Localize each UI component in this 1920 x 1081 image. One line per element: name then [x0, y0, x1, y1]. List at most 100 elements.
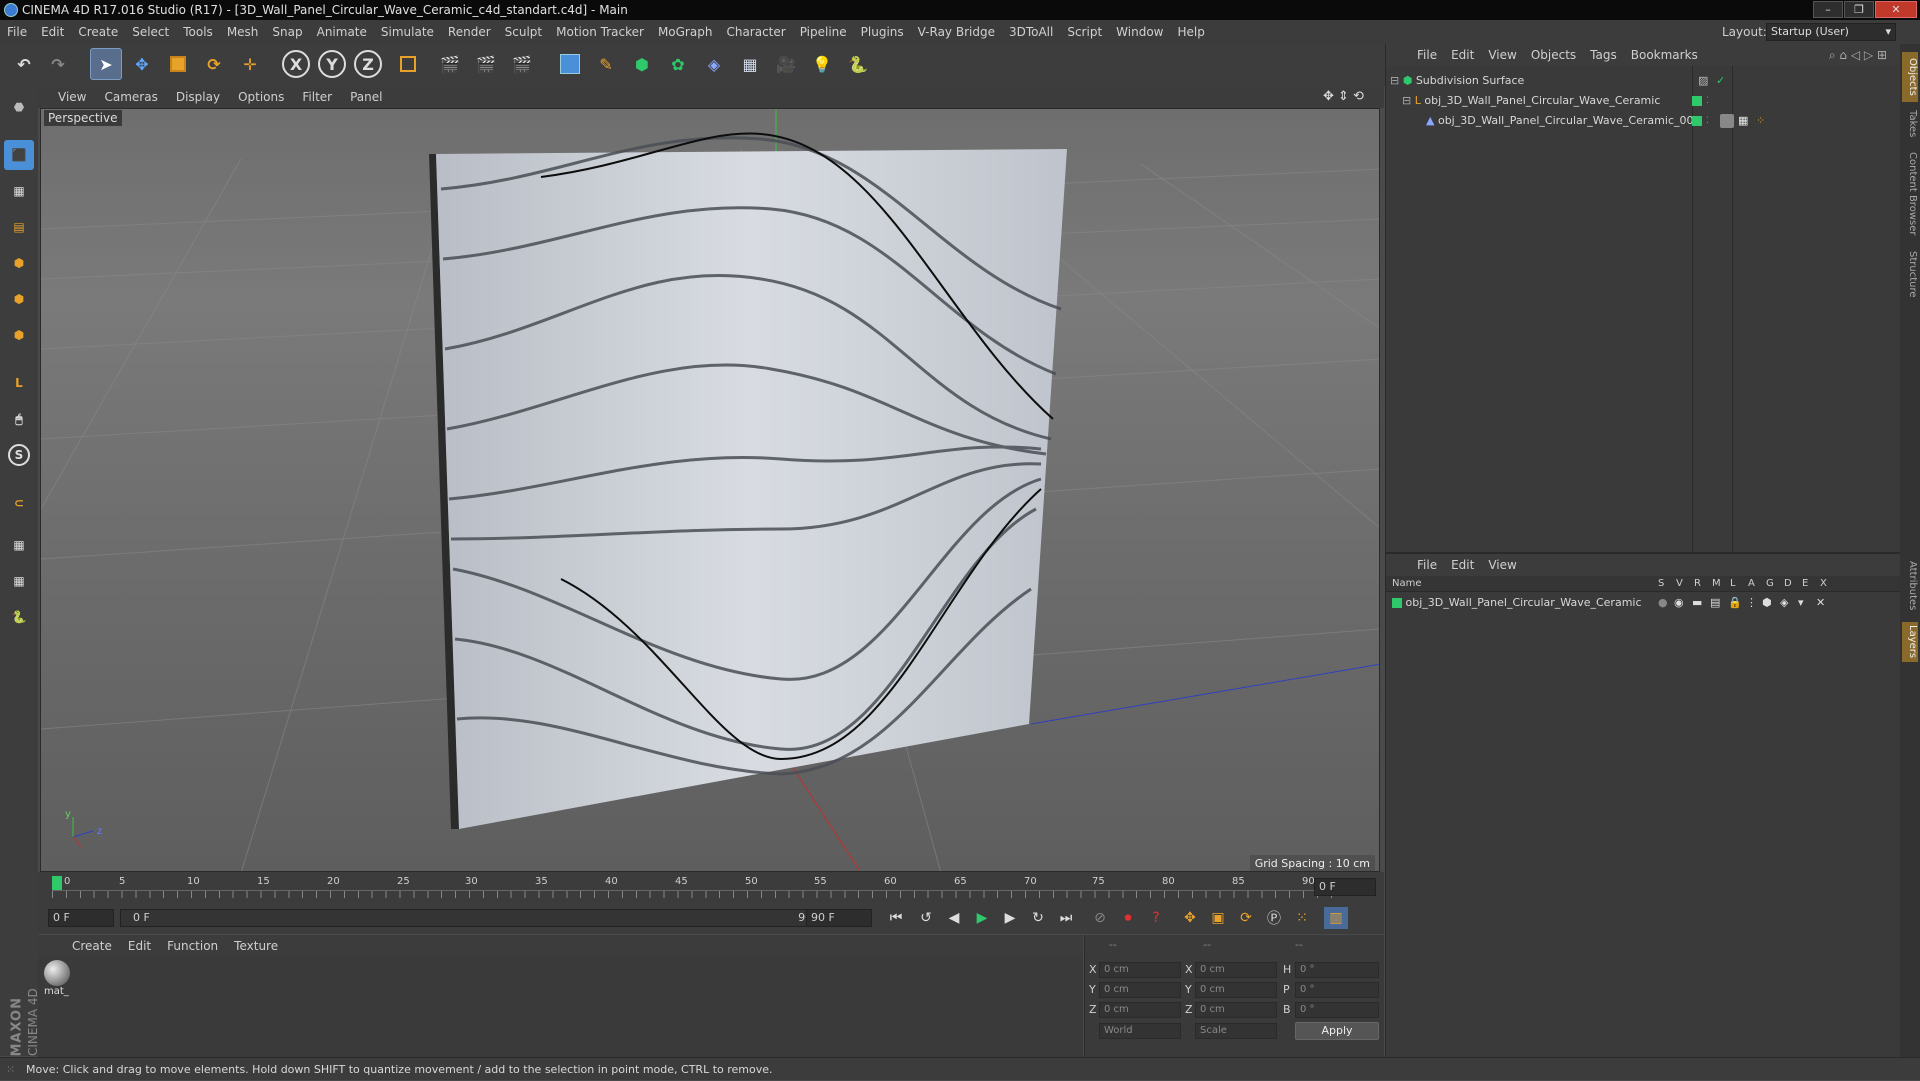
menu-script[interactable]: Script: [1060, 20, 1109, 44]
rotation-b-field[interactable]: 0 °: [1295, 1002, 1379, 1018]
minimize-button[interactable]: –: [1813, 1, 1843, 18]
transform-tool-button[interactable]: ✛: [234, 48, 266, 80]
object-row-wall-panel-001[interactable]: ▲ obj_3D_Wall_Panel_Circular_Wave_Cerami…: [1426, 112, 1896, 130]
floor-button[interactable]: ▦: [734, 48, 766, 80]
material-swatch[interactable]: mat_: [44, 960, 72, 1000]
axis-mode-button[interactable]: L: [4, 368, 34, 398]
viewport-menu-filter[interactable]: Filter: [293, 86, 341, 108]
tab-attributes[interactable]: Attributes: [1902, 554, 1918, 618]
layout-dropdown[interactable]: Startup (User) ▾: [1766, 23, 1896, 41]
menu-snap[interactable]: Snap: [265, 20, 309, 44]
phong-tag-icon[interactable]: [1720, 114, 1734, 128]
previous-frame-button[interactable]: ◀: [942, 907, 966, 929]
preview-range-slider[interactable]: 0 F 90 F: [120, 909, 835, 927]
object-row-subdivision[interactable]: ⊟ ⬢ Subdivision Surface ▨ ✓: [1390, 72, 1890, 90]
make-editable-button[interactable]: ⬣: [4, 92, 34, 122]
keyframe-selection-button[interactable]: ?: [1144, 907, 1168, 929]
position-x-field[interactable]: 0 cm: [1099, 962, 1181, 978]
key-parameter-button[interactable]: Ⓟ: [1262, 907, 1286, 929]
spline-pen-button[interactable]: ✎: [590, 48, 622, 80]
layer-col-locked[interactable]: L: [1730, 576, 1736, 592]
scale-tool-button[interactable]: [162, 48, 194, 80]
deformer-button[interactable]: ◈: [698, 48, 730, 80]
viewport-menu-cameras[interactable]: Cameras: [95, 86, 166, 108]
wall-panel-model[interactable]: [429, 132, 1067, 829]
magnet-button[interactable]: ⊂: [4, 488, 34, 518]
subdivision-surface-button[interactable]: ⬢: [626, 48, 658, 80]
x-axis-button[interactable]: X: [282, 50, 310, 78]
enabled-check-icon[interactable]: ✓: [1716, 72, 1725, 90]
tab-content-browser[interactable]: Content Browser: [1902, 146, 1918, 242]
menu-3dtoall[interactable]: 3DToAll: [1002, 20, 1060, 44]
viewport-menu-options[interactable]: Options: [229, 86, 293, 108]
menu-select[interactable]: Select: [125, 20, 176, 44]
previous-key-button[interactable]: ↺: [914, 907, 938, 929]
expression-icon[interactable]: ▾: [1798, 594, 1804, 612]
go-to-end-button[interactable]: ⏭: [1054, 907, 1078, 929]
menu-file[interactable]: File: [0, 20, 34, 44]
polygons-mode-button[interactable]: ⬢: [4, 320, 34, 350]
viewport-menu-panel[interactable]: Panel: [341, 86, 391, 108]
key-scale-button[interactable]: ▣: [1206, 907, 1230, 929]
rotation-h-field[interactable]: 0 °: [1295, 962, 1379, 978]
next-frame-button[interactable]: ▶: [998, 907, 1022, 929]
layers-menu-edit[interactable]: Edit: [1444, 554, 1481, 576]
layer-col-xref[interactable]: X: [1820, 576, 1827, 592]
key-position-button[interactable]: ✥: [1178, 907, 1202, 929]
size-mode-dropdown[interactable]: Scale: [1195, 1023, 1277, 1039]
redo-button[interactable]: ↷: [42, 48, 74, 80]
tab-layers[interactable]: Layers: [1902, 622, 1918, 662]
3d-viewport[interactable]: y z Grid Spacing : 10 cm: [40, 108, 1380, 872]
model-mode-button[interactable]: ⬛: [4, 140, 34, 170]
python-palette-button[interactable]: 🐍: [4, 602, 34, 632]
current-frame-field[interactable]: 0 F: [1314, 878, 1376, 896]
layer-color-swatch[interactable]: [1692, 116, 1702, 126]
apply-button[interactable]: Apply: [1295, 1022, 1379, 1040]
layer-row[interactable]: obj_3D_Wall_Panel_Circular_Wave_Ceramic …: [1392, 594, 1892, 612]
object-row-wall-panel[interactable]: ⊟ L obj_3D_Wall_Panel_Circular_Wave_Cera…: [1402, 92, 1892, 110]
key-rotation-button[interactable]: ⟳: [1234, 907, 1258, 929]
menu-animate[interactable]: Animate: [310, 20, 374, 44]
uvw-tag-icon[interactable]: ⁘: [1756, 112, 1765, 130]
points-mode-button[interactable]: ⬢: [4, 248, 34, 278]
y-axis-button[interactable]: Y: [318, 50, 346, 78]
rotate-tool-button[interactable]: ⟳: [198, 48, 230, 80]
tab-takes[interactable]: Takes: [1902, 106, 1918, 142]
size-x-field[interactable]: 0 cm: [1195, 962, 1277, 978]
xref-icon[interactable]: ✕: [1816, 594, 1825, 612]
render-view-button[interactable]: 🎬: [434, 48, 466, 80]
camera-button[interactable]: 🎥: [770, 48, 802, 80]
layers-menu-file[interactable]: File: [1410, 554, 1444, 576]
layer-col-view[interactable]: V: [1676, 576, 1683, 592]
material-menu-texture[interactable]: Texture: [226, 935, 286, 957]
python-button[interactable]: 🐍: [842, 48, 874, 80]
play-button[interactable]: ▶: [970, 907, 994, 929]
material-menu-edit[interactable]: Edit: [120, 935, 159, 957]
cube-primitive-button[interactable]: [554, 48, 586, 80]
coordinate-mode-dropdown[interactable]: World: [1099, 1023, 1181, 1039]
menu-pipeline[interactable]: Pipeline: [793, 20, 854, 44]
menu-motion-tracker[interactable]: Motion Tracker: [549, 20, 651, 44]
menu-vray-bridge[interactable]: V-Ray Bridge: [911, 20, 1002, 44]
menu-mograph[interactable]: MoGraph: [651, 20, 720, 44]
visibility-dots-icon[interactable]: ⁚: [1706, 112, 1709, 130]
snap-button[interactable]: S: [4, 440, 34, 470]
cloner-button[interactable]: ✿: [662, 48, 694, 80]
eye-icon[interactable]: ◉: [1674, 594, 1684, 612]
layer-col-expressions[interactable]: E: [1802, 576, 1808, 592]
light-button[interactable]: 💡: [806, 48, 838, 80]
tweak-mode-button[interactable]: 🖱: [4, 404, 34, 434]
menu-window[interactable]: Window: [1109, 20, 1170, 44]
close-button[interactable]: ✕: [1875, 1, 1917, 18]
layers-menu-view[interactable]: View: [1481, 554, 1523, 576]
layer-col-manager[interactable]: M: [1712, 576, 1721, 592]
start-frame-field[interactable]: 0 F: [48, 909, 114, 927]
undo-button[interactable]: ↶: [8, 48, 40, 80]
menu-mesh[interactable]: Mesh: [220, 20, 266, 44]
menu-character[interactable]: Character: [719, 20, 792, 44]
objects-menu-bookmarks[interactable]: Bookmarks: [1624, 44, 1705, 66]
generator-icon[interactable]: ⬢: [1762, 594, 1772, 612]
menu-help[interactable]: Help: [1170, 20, 1211, 44]
menu-plugins[interactable]: Plugins: [854, 20, 911, 44]
size-y-field[interactable]: 0 cm: [1195, 982, 1277, 998]
